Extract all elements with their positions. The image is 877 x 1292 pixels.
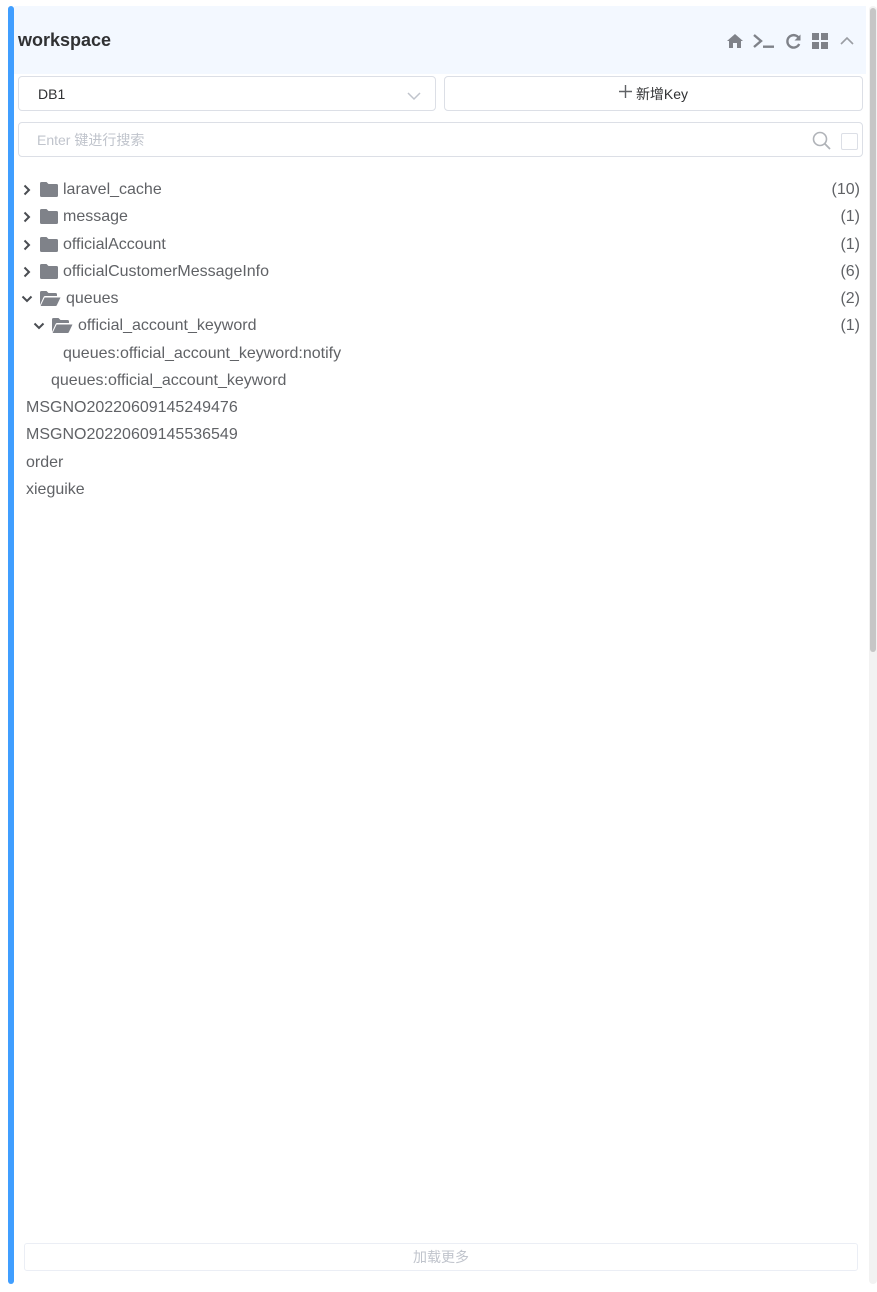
db-select-value: DB1	[38, 86, 66, 102]
tree-node-label: MSGNO20220609145249476	[26, 398, 238, 416]
tree-key-item[interactable]: queues:official_account_keyword:notify	[63, 340, 341, 367]
tree-node-label: queues:official_account_keyword	[51, 371, 287, 389]
tree-key-item[interactable]: xieguike	[26, 476, 85, 503]
search-icon[interactable]	[812, 131, 831, 155]
scrollbar-thumb[interactable]	[870, 8, 876, 652]
tree-node-count: (2)	[840, 289, 860, 307]
chevron-right-icon[interactable]	[20, 183, 34, 197]
tree-node-label: MSGNO20220609145536549	[26, 425, 238, 443]
header-actions	[726, 32, 856, 50]
tree-node-label: official_account_keyword	[78, 316, 257, 334]
tree-node-label: message	[63, 207, 128, 225]
tree-node-label: queues:official_account_keyword:notify	[63, 344, 342, 362]
refresh-icon[interactable]	[784, 32, 802, 50]
workspace-panel: workspace DB1 新增Key Enter 键进行搜索 laravel_…	[14, 6, 866, 1284]
tree-node-label: order	[26, 453, 64, 471]
tree-node-count: (6)	[840, 262, 860, 280]
tree-node-count: (1)	[840, 316, 860, 334]
search-input[interactable]	[37, 130, 797, 150]
tree-node-label: officialCustomerMessageInfo	[63, 262, 270, 280]
folder-icon	[40, 182, 58, 197]
tree-node-count: (10)	[831, 180, 860, 198]
tree-node-label: queues	[66, 289, 119, 307]
folder-icon	[40, 237, 58, 252]
tree-folder-laravel-cache[interactable]: laravel_cache (10)	[20, 176, 866, 203]
panel-title: workspace	[18, 30, 112, 50]
add-key-button[interactable]: 新增Key	[444, 76, 863, 111]
tree-key-item[interactable]: queues:official_account_keyword	[51, 367, 286, 394]
terminal-icon[interactable]	[753, 32, 775, 50]
tree-node-label: officialAccount	[63, 235, 166, 253]
plus-icon	[618, 84, 632, 103]
db-select[interactable]: DB1	[18, 76, 436, 111]
tree-folder-official-account-keyword[interactable]: official_account_keyword (1)	[32, 312, 866, 339]
chevron-down-icon[interactable]	[20, 292, 34, 306]
chevron-right-icon[interactable]	[20, 238, 34, 252]
app-frame: workspace DB1 新增Key Enter 键进行搜索 laravel_…	[0, 0, 877, 1292]
tree-node-label: xieguike	[26, 480, 85, 498]
tree-key-item[interactable]: MSGNO20220609145536549	[26, 421, 238, 448]
tree-node-count: (1)	[840, 235, 860, 253]
load-more-button[interactable]: 加载更多	[24, 1243, 858, 1271]
add-key-label: 新增Key	[635, 85, 689, 102]
tree-key-item[interactable]: MSGNO20220609145249476	[26, 394, 238, 421]
folder-icon	[40, 264, 58, 279]
folder-open-icon	[52, 318, 73, 333]
folder-icon	[40, 209, 58, 224]
grid-icon[interactable]	[811, 32, 829, 50]
folder-open-icon	[40, 291, 61, 306]
tree-node-label: laravel_cache	[63, 180, 162, 198]
tree-folder-officialcustomermessageinfo[interactable]: officialCustomerMessageInfo (6)	[20, 258, 866, 285]
tree-folder-queues[interactable]: queues (2)	[20, 285, 866, 312]
exact-search-checkbox[interactable]	[841, 133, 858, 150]
tree-folder-message[interactable]: message (1)	[20, 203, 866, 230]
home-icon[interactable]	[726, 32, 744, 50]
chevron-right-icon[interactable]	[20, 210, 34, 224]
tree-folder-officialaccount[interactable]: officialAccount (1)	[20, 231, 866, 258]
tree-node-count: (1)	[840, 207, 860, 225]
tree-key-item[interactable]: order	[26, 449, 63, 476]
chevron-up-icon[interactable]	[838, 32, 856, 50]
chevron-right-icon[interactable]	[20, 265, 34, 279]
chevron-down-icon	[407, 88, 421, 106]
chevron-down-icon[interactable]	[32, 319, 46, 333]
search-box	[18, 122, 863, 157]
panel-header: workspace	[14, 6, 866, 74]
